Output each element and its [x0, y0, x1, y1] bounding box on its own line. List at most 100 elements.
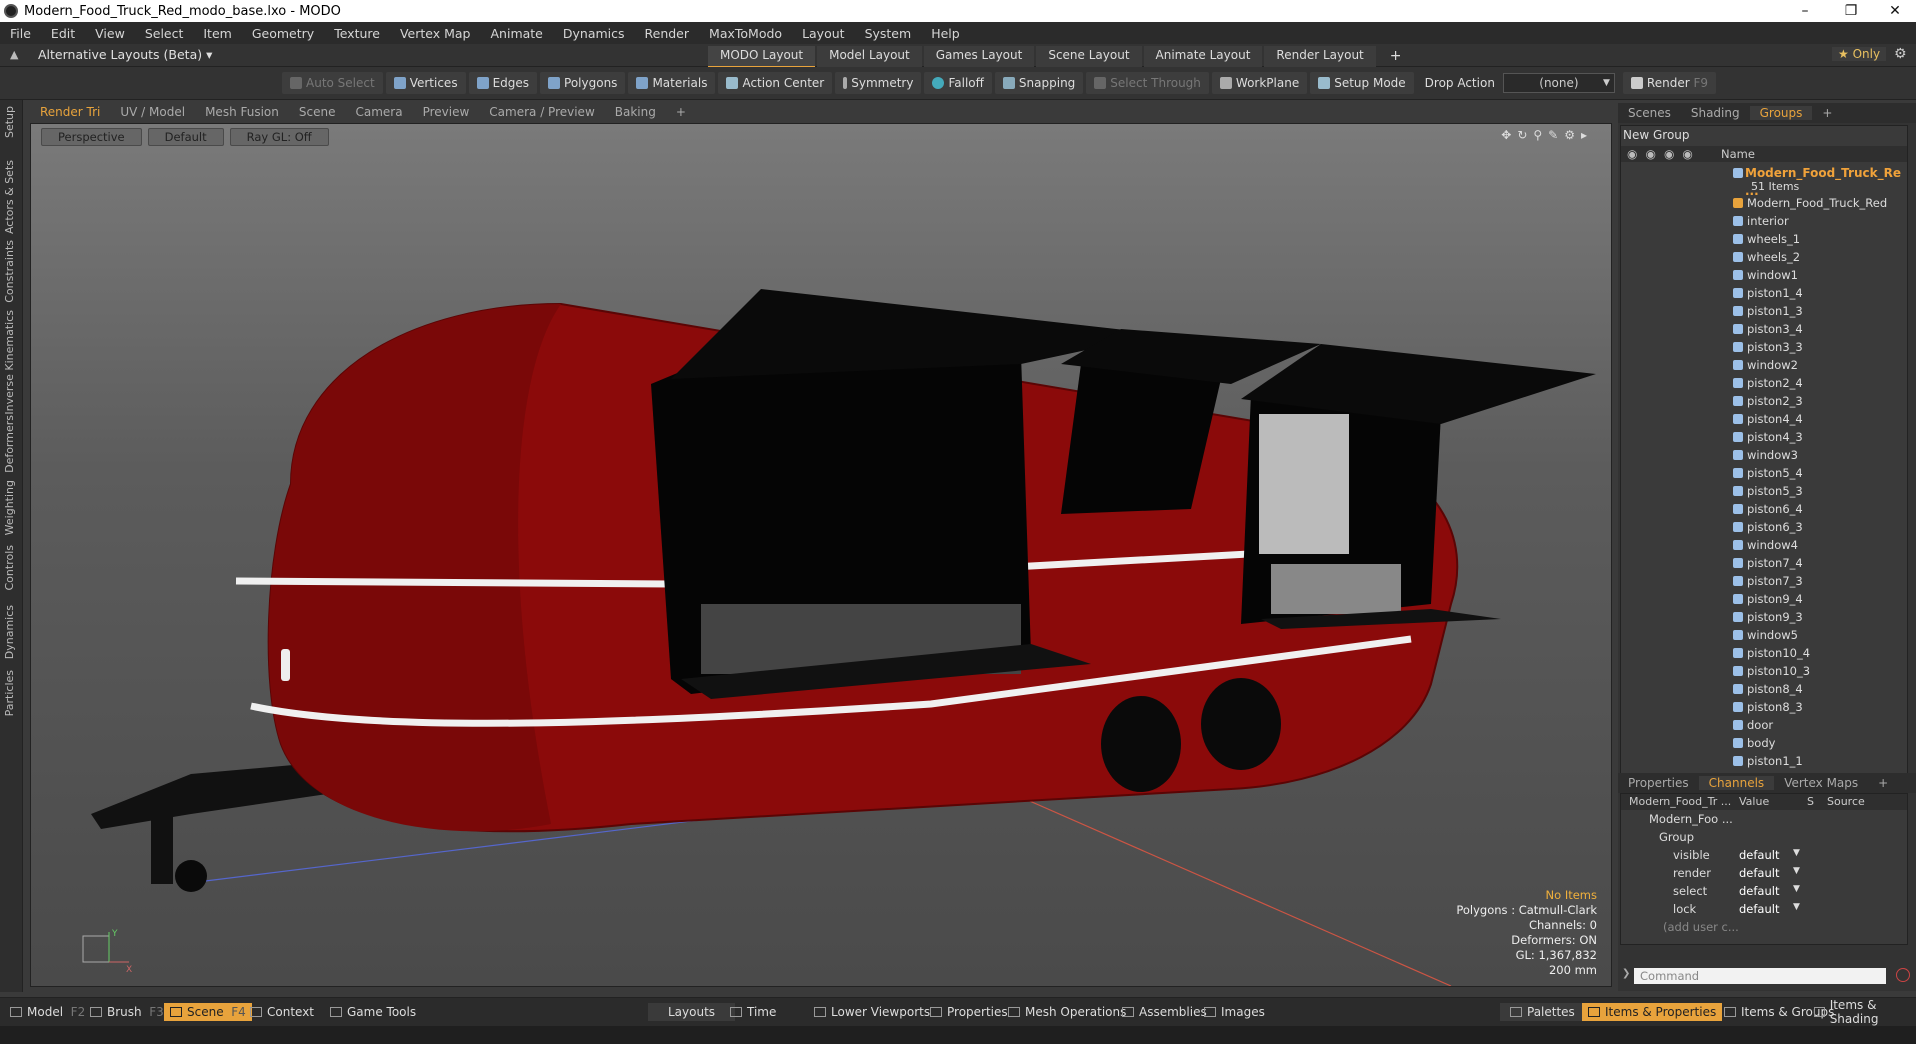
tab-scenes[interactable]: Scenes: [1618, 106, 1681, 120]
list-item[interactable]: piston4_3: [1621, 428, 1907, 446]
channel-lock[interactable]: lock default ▼: [1621, 902, 1907, 920]
only-toggle[interactable]: ★ Only: [1832, 47, 1887, 61]
alternative-layouts-dropdown[interactable]: Alternative Layouts (Beta) ▾: [38, 47, 212, 62]
action-center-button[interactable]: Action Center: [718, 72, 833, 94]
polygons-button[interactable]: Polygons: [540, 72, 626, 94]
tab-animate-layout[interactable]: Animate Layout: [1143, 46, 1263, 68]
list-item[interactable]: piston3_3: [1621, 338, 1907, 356]
close-button[interactable]: ✕: [1872, 0, 1916, 22]
mesh-operations-button[interactable]: Mesh Operations: [1008, 1003, 1126, 1021]
list-item[interactable]: piston10_3: [1621, 662, 1907, 680]
menu-maxtomodo[interactable]: MaxToModo: [699, 26, 792, 41]
tab-scene-layout[interactable]: Scene Layout: [1036, 46, 1142, 68]
list-item[interactable]: piston9_3: [1621, 608, 1907, 626]
view-dropdown[interactable]: Perspective: [41, 128, 142, 146]
edges-button[interactable]: Edges: [468, 72, 538, 94]
tab-constraints[interactable]: Constraints: [3, 240, 16, 303]
select-through-button[interactable]: Select Through: [1086, 72, 1209, 94]
menu-edit[interactable]: Edit: [41, 26, 85, 41]
tab-camera[interactable]: Camera: [345, 105, 412, 119]
chevron-down-icon[interactable]: ▼: [1793, 866, 1800, 876]
tab-modo-layout[interactable]: MODO Layout: [708, 46, 816, 68]
tab-vertex-maps[interactable]: Vertex Maps: [1774, 776, 1868, 790]
list-item[interactable]: piston7_3: [1621, 572, 1907, 590]
context-button[interactable]: Context: [250, 1003, 314, 1021]
tab-deformers[interactable]: Deformers: [3, 415, 16, 473]
list-item[interactable]: piston8_4: [1621, 680, 1907, 698]
game-tools-button[interactable]: Game Tools: [330, 1003, 416, 1021]
list-item[interactable]: piston2_4: [1621, 374, 1907, 392]
menu-layout[interactable]: Layout: [792, 26, 855, 41]
add-layout-button[interactable]: +: [1378, 46, 1414, 68]
render-button[interactable]: Render F9: [1622, 72, 1717, 94]
tab-baking[interactable]: Baking: [605, 105, 666, 119]
tab-dynamics[interactable]: Dynamics: [3, 605, 16, 659]
command-input[interactable]: Command: [1634, 968, 1886, 984]
menu-view[interactable]: View: [85, 26, 135, 41]
list-item[interactable]: piston5_3: [1621, 482, 1907, 500]
snapping-button[interactable]: Snapping: [994, 72, 1084, 94]
list-item[interactable]: piston5_4: [1621, 464, 1907, 482]
setup-mode-button[interactable]: Setup Mode: [1310, 72, 1414, 94]
menu-animate[interactable]: Animate: [481, 26, 553, 41]
vertices-button[interactable]: Vertices: [385, 72, 466, 94]
list-item[interactable]: door: [1621, 716, 1907, 734]
tab-inverse-kinematics[interactable]: Inverse Kinematics: [3, 310, 16, 415]
tab-controls[interactable]: Controls: [3, 545, 16, 591]
list-item[interactable]: piston3_4: [1621, 320, 1907, 338]
tab-games-layout[interactable]: Games Layout: [923, 46, 1035, 68]
chevron-down-icon[interactable]: ▼: [1793, 848, 1800, 858]
auto-select-button[interactable]: Auto Select: [282, 72, 383, 94]
falloff-button[interactable]: Falloff: [924, 72, 992, 94]
list-item[interactable]: piston8_3: [1621, 698, 1907, 716]
tree-root[interactable]: Modern_Food_Truck_Re ...: [1621, 164, 1907, 198]
list-item[interactable]: piston1_4: [1621, 284, 1907, 302]
list-item[interactable]: body: [1621, 734, 1907, 752]
list-item[interactable]: window1: [1621, 266, 1907, 284]
menu-select[interactable]: Select: [135, 26, 194, 41]
list-item[interactable]: piston7_4: [1621, 554, 1907, 572]
images-button[interactable]: Images: [1204, 1003, 1265, 1021]
symmetry-button[interactable]: Symmetry: [835, 72, 922, 94]
time-button[interactable]: Time: [730, 1003, 776, 1021]
tab-shading[interactable]: Shading: [1681, 106, 1750, 120]
items-properties-button[interactable]: Items & Properties: [1582, 1003, 1723, 1021]
tab-uv-model[interactable]: UV / Model: [110, 105, 195, 119]
menu-render[interactable]: Render: [635, 26, 700, 41]
tab-scene[interactable]: Scene: [289, 105, 346, 119]
list-item[interactable]: piston10_4: [1621, 644, 1907, 662]
tab-particles[interactable]: Particles: [3, 670, 16, 716]
add-tab-button[interactable]: +: [1812, 106, 1842, 120]
list-item[interactable]: piston9_4: [1621, 590, 1907, 608]
menu-system[interactable]: System: [855, 26, 922, 41]
list-item[interactable]: piston6_3: [1621, 518, 1907, 536]
tab-weighting[interactable]: Weighting: [3, 480, 16, 535]
tab-channels[interactable]: Channels: [1698, 776, 1775, 790]
tab-model-layout[interactable]: Model Layout: [817, 46, 922, 68]
list-item[interactable]: wheels_2: [1621, 248, 1907, 266]
tab-properties[interactable]: Properties: [1618, 776, 1699, 790]
list-item[interactable]: piston2_3: [1621, 392, 1907, 410]
tab-camera-preview[interactable]: Camera / Preview: [479, 105, 604, 119]
3d-viewport[interactable]: Y X Perspective Default Ray GL: Off ✥↻⚲✎…: [30, 123, 1612, 987]
raygl-toggle[interactable]: Ray GL: Off: [229, 128, 329, 146]
tab-render-layout[interactable]: Render Layout: [1264, 46, 1376, 68]
palettes-button[interactable]: Palettes: [1500, 1003, 1585, 1021]
menu-file[interactable]: File: [0, 26, 41, 41]
chevron-down-icon[interactable]: ▼: [1793, 902, 1800, 912]
menu-dynamics[interactable]: Dynamics: [553, 26, 635, 41]
menu-texture[interactable]: Texture: [324, 26, 390, 41]
collapse-arrow-icon[interactable]: ▲: [10, 48, 18, 61]
list-item[interactable]: window4: [1621, 536, 1907, 554]
tab-actors-sets[interactable]: Actors & Sets: [3, 160, 16, 234]
tab-mesh-fusion[interactable]: Mesh Fusion: [195, 105, 289, 119]
list-item[interactable]: window3: [1621, 446, 1907, 464]
list-item[interactable]: piston4_4: [1621, 410, 1907, 428]
list-item[interactable]: interior: [1621, 212, 1907, 230]
brush-button[interactable]: Brush F3: [90, 1003, 164, 1021]
tab-render-tri[interactable]: Render Tri: [30, 105, 110, 119]
minimize-button[interactable]: –: [1782, 0, 1828, 22]
chevron-down-icon[interactable]: ▼: [1793, 884, 1800, 894]
tab-groups[interactable]: Groups: [1749, 106, 1813, 120]
gear-icon[interactable]: ⚙: [1894, 46, 1907, 62]
